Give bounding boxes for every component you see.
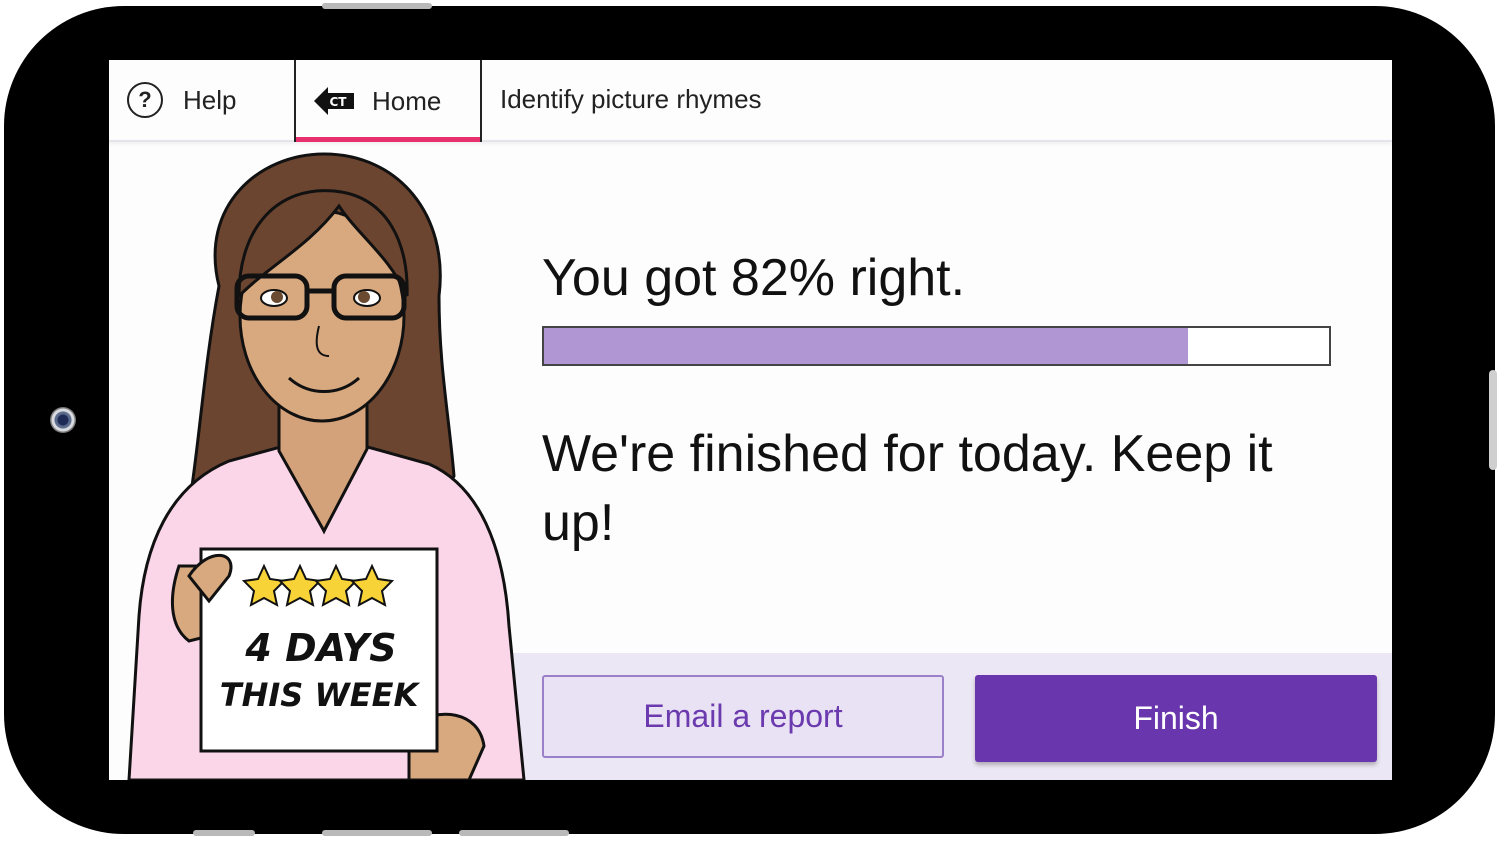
- camera-icon: [50, 407, 76, 433]
- teacher-illustration: 4 DAYS THIS WEEK: [127, 152, 526, 780]
- home-icon-text: CT: [330, 95, 348, 109]
- completion-message: We're finished for today. Keep it up!: [542, 425, 1273, 552]
- help-button[interactable]: ? Help: [109, 60, 294, 140]
- phone-side-button: [193, 830, 255, 836]
- finish-button[interactable]: Finish: [975, 675, 1377, 762]
- score-progress-bar: [542, 326, 1331, 366]
- phone-side-button: [322, 830, 432, 836]
- home-button[interactable]: CT Home: [294, 60, 482, 142]
- sign-line-1: 4 DAYS: [244, 626, 396, 670]
- email-report-button[interactable]: Email a report: [542, 675, 944, 758]
- back-arrow-icon: CT: [314, 87, 354, 115]
- help-label: Help: [183, 84, 237, 115]
- score-progress-fill: [544, 328, 1188, 364]
- help-icon: ?: [127, 82, 163, 118]
- phone-side-button: [1489, 370, 1497, 470]
- top-navigation-bar: ? Help CT Home Identify picture rhymes: [109, 60, 1392, 142]
- phone-side-button: [322, 3, 432, 9]
- app-screen: ? Help CT Home Identify picture rhymes Y…: [109, 60, 1392, 780]
- sign-line-2: THIS WEEK: [220, 676, 421, 714]
- score-text: You got 82% right.: [542, 249, 966, 307]
- activity-title: Identify picture rhymes: [500, 84, 762, 114]
- active-tab-indicator: [296, 137, 480, 142]
- phone-side-button: [459, 830, 569, 836]
- home-label: Home: [372, 85, 442, 116]
